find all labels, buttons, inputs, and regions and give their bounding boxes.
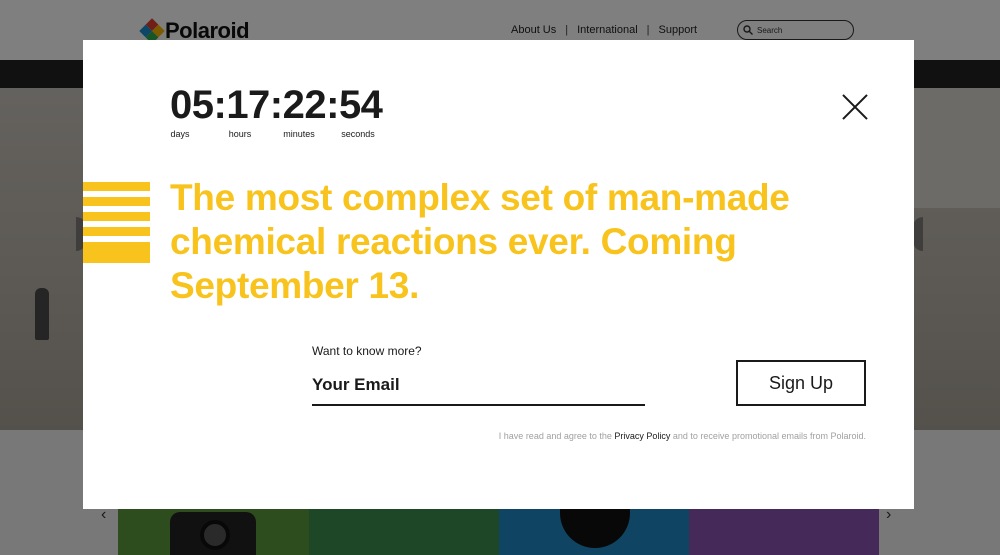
privacy-notice-prefix: I have read and agree to the [498, 431, 615, 441]
privacy-notice: I have read and agree to the Privacy Pol… [499, 431, 866, 441]
email-field[interactable] [312, 366, 645, 406]
email-form-label: Want to know more? [312, 344, 422, 358]
countdown-label-seconds: seconds [341, 129, 375, 139]
countdown-label-minutes: minutes [283, 129, 315, 139]
countdown-value: 05:17:22:54 [170, 83, 383, 127]
yellow-stripes-icon [83, 182, 150, 263]
privacy-policy-link[interactable]: Privacy Policy [614, 431, 670, 441]
countdown-labels: days hours minutes seconds [170, 129, 395, 141]
signup-modal: 05:17:22:54 days hours minutes seconds T… [83, 40, 914, 509]
countdown-timer: 05:17:22:54 days hours minutes seconds [170, 85, 395, 141]
countdown-label-hours: hours [228, 129, 252, 139]
sign-up-button[interactable]: Sign Up [736, 360, 866, 406]
modal-headline: The most complex set of man-made chemica… [170, 177, 790, 306]
countdown-label-days: days [170, 129, 190, 139]
privacy-notice-suffix: and to receive promotional emails from P… [670, 431, 866, 441]
close-icon[interactable] [842, 94, 868, 120]
